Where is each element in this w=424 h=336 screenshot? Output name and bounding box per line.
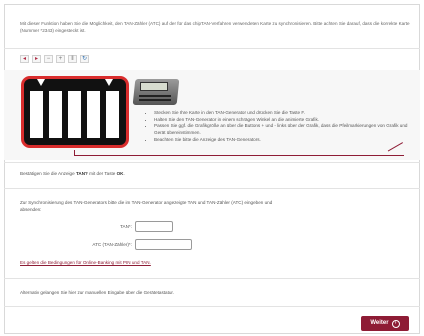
list-item: Passen Sie ggf. die Grafikgröße an über … [154, 123, 418, 136]
alignment-marker-left [37, 79, 45, 86]
divider [4, 48, 420, 49]
next-button[interactable]: Weiter › [361, 316, 409, 331]
alignment-marker-right [105, 79, 113, 86]
divider [4, 306, 420, 307]
tan-input[interactable] [135, 221, 173, 232]
list-item: Beachten Sie bitte die Anzeige des TAN-G… [154, 137, 418, 144]
connector-line [74, 155, 404, 156]
tan-label: TAN*: [120, 224, 132, 229]
divider [4, 162, 420, 163]
manual-entry-link[interactable]: Alternativ gelangen Sie hier zur manuell… [20, 290, 174, 297]
divider [4, 188, 420, 189]
tan-generator-icon [132, 76, 180, 107]
terms-link[interactable]: Es gelten die Bedingungen für Online-Ban… [20, 260, 151, 267]
pause-icon[interactable]: ‖ [68, 55, 77, 63]
intro-text: Mit dieser Funktion haben Sie die Möglic… [20, 21, 410, 33]
arrow-right-circle-icon: › [391, 319, 400, 328]
flicker-bar [49, 91, 62, 138]
flicker-code-graphic [21, 76, 129, 148]
flicker-toolbar: ◂ ▸ − + ‖ ↻ [20, 55, 89, 63]
flicker-bar [30, 91, 43, 138]
flicker-bar [87, 91, 100, 138]
next-button-label: Weiter [370, 320, 389, 327]
flicker-bar [106, 91, 119, 138]
flicker-bar [68, 91, 81, 138]
atc-label: ATC (TAN-Zähler)*: [92, 242, 132, 247]
refresh-icon[interactable]: ↻ [80, 55, 89, 63]
list-item: Stecken Sie Ihre Karte in den TAN-Genera… [154, 110, 418, 117]
confirm-instruction: Bestätigen Sie die Anzeige TAN? mit der … [20, 171, 125, 176]
instructions-list: Stecken Sie Ihre Karte in den TAN-Genera… [148, 110, 418, 143]
increase-speed-icon[interactable]: + [56, 55, 65, 63]
sync-instruction: Zur Synchronisierung des TAN-Generators … [20, 200, 273, 212]
zoom-in-icon[interactable]: ▸ [32, 55, 41, 63]
list-item: Halten Sie den TAN-Generator in einem sc… [154, 117, 418, 124]
content-frame [4, 4, 420, 334]
atc-input[interactable] [135, 239, 192, 250]
reduce-speed-icon[interactable]: − [44, 55, 53, 63]
divider [4, 278, 420, 279]
zoom-out-icon[interactable]: ◂ [20, 55, 29, 63]
